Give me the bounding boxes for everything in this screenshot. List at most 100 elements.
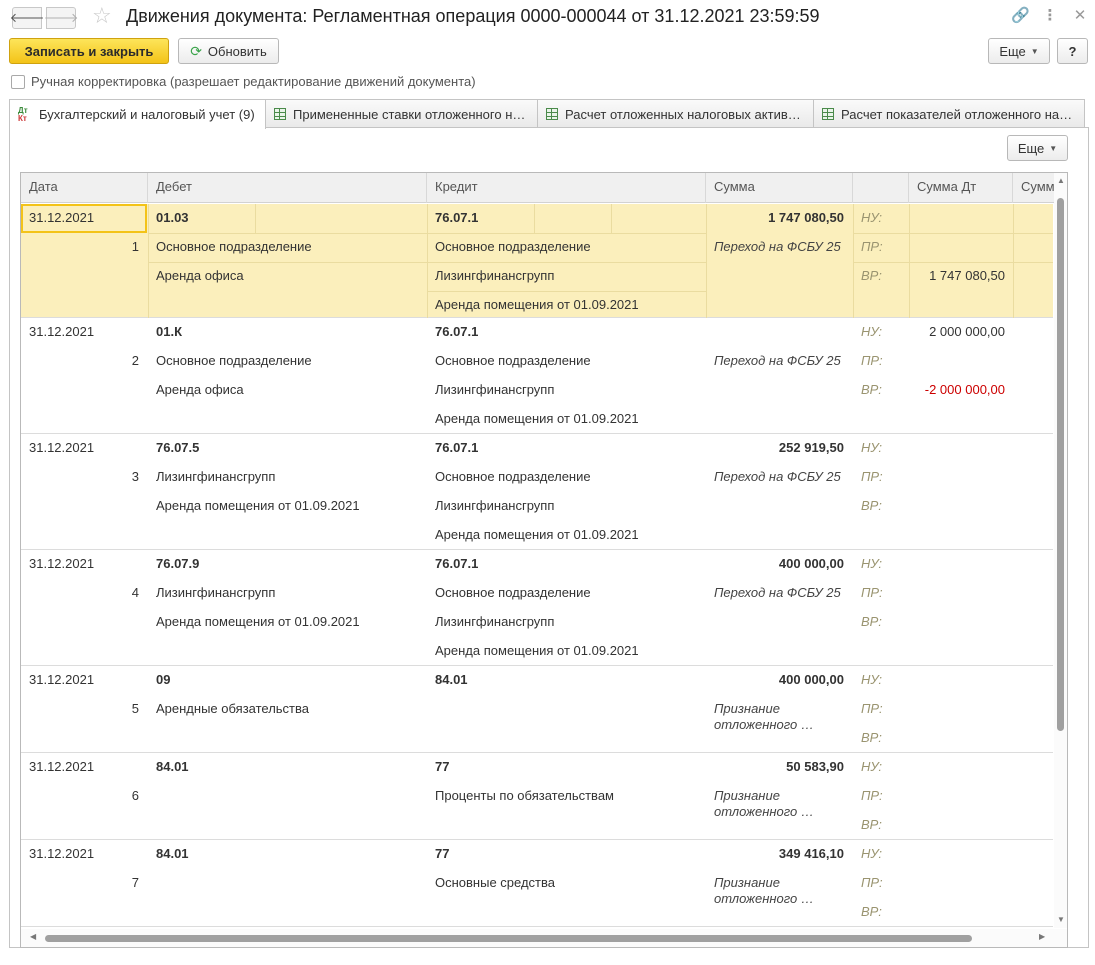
- table-row[interactable]: 31.12.2021 5 09 Арендные обязательства 84.01…: [21, 666, 1053, 753]
- accounting-type-label: ВР:: [861, 614, 882, 629]
- table-body: 31.12.2021 1 01.03 Основное подразделение Ар…: [21, 204, 1053, 927]
- debit-account: 84.01: [156, 759, 189, 774]
- accounting-type-label: ВР:: [861, 904, 882, 919]
- tab-applied-rates[interactable]: Примененные ставки отложенного н…: [265, 99, 538, 128]
- close-icon[interactable]: ✕: [1071, 6, 1089, 24]
- save-and-close-button[interactable]: Записать и закрыть: [9, 38, 169, 64]
- credit-account: 76.07.1: [435, 210, 479, 225]
- credit-subconto: Лизингфинансгрупп: [435, 382, 555, 397]
- credit-subconto: Основное подразделение: [435, 469, 591, 484]
- grid-line: [611, 204, 612, 233]
- debit-subconto: Аренда офиса: [156, 268, 244, 283]
- horizontal-scroll-thumb[interactable]: [45, 935, 972, 942]
- debit-account: 76.07.5: [156, 440, 200, 455]
- table-row[interactable]: 31.12.2021 3 76.07.5 Лизингфинансгрупп Аренд…: [21, 434, 1053, 550]
- scroll-right-icon[interactable]: ▶: [1039, 932, 1045, 941]
- entries-table[interactable]: Дата Дебет Кредит Сумма Сумма Дт Сумм 31…: [20, 172, 1068, 948]
- date-cell: 31.12.2021: [29, 846, 95, 861]
- debit-subconto: Основное подразделение: [156, 353, 312, 368]
- tab-label: Расчет отложенных налоговых актив…: [565, 106, 801, 122]
- title-bar: 🡐 🡒 ☆ Движения документа: Регламентная о…: [0, 0, 1095, 34]
- accounting-type-label: ПР:: [861, 788, 883, 803]
- row-number: 3: [131, 469, 139, 484]
- window-title: Движения документа: Регламентная операци…: [126, 6, 820, 26]
- col-sum[interactable]: Сумма: [706, 173, 853, 203]
- refresh-button[interactable]: ⟳ Обновить: [178, 38, 279, 64]
- accounting-type-label: ПР:: [861, 875, 883, 890]
- col-date[interactable]: Дата: [21, 173, 148, 203]
- scroll-up-icon[interactable]: ▲: [1055, 176, 1067, 185]
- grid-line: [427, 291, 706, 292]
- col-sum-kt[interactable]: Сумм: [1013, 173, 1054, 203]
- accounting-type-label: ВР:: [861, 382, 882, 397]
- help-label: ?: [1068, 43, 1077, 59]
- grid-line: [853, 204, 854, 318]
- credit-account: 77: [435, 846, 450, 861]
- accounting-type-label: НУ:: [861, 759, 883, 774]
- table-row[interactable]: 31.12.2021 2 01.К Основное подразделение Аре…: [21, 318, 1053, 434]
- credit-subconto: Аренда помещения от 01.09.2021: [435, 411, 639, 426]
- more-vert-icon[interactable]: ⋮: [1041, 6, 1059, 24]
- more-label: Еще: [1017, 140, 1045, 156]
- date-cell: 31.12.2021: [29, 556, 95, 571]
- row-number: 2: [131, 353, 139, 368]
- table-row[interactable]: 31.12.2021 6 84.01 77 Проценты по обязательс…: [21, 753, 1053, 840]
- table-more-button[interactable]: Еще ▼: [1007, 135, 1068, 161]
- content-cell: Признание отложенного …: [714, 701, 814, 732]
- favorite-star-icon[interactable]: ☆: [92, 4, 112, 28]
- accounting-type-label: НУ:: [861, 210, 883, 225]
- table-icon: [822, 108, 834, 120]
- tab-label: Расчет показателей отложенного на…: [841, 106, 1073, 122]
- debit-subconto: Арендные обязательства: [156, 701, 310, 716]
- content-cell: Признание отложенного …: [714, 875, 814, 906]
- content-cell: Переход на ФСБУ 25: [714, 239, 841, 254]
- forward-button[interactable]: 🡒: [44, 7, 78, 29]
- debit-account: 84.01: [156, 846, 189, 861]
- caret-down-icon: ▼: [1030, 46, 1039, 56]
- credit-subconto: Основное подразделение: [435, 239, 591, 254]
- col-sum-dt[interactable]: Сумма Дт: [909, 173, 1013, 203]
- row-number: 4: [131, 585, 139, 600]
- help-button[interactable]: ?: [1057, 38, 1088, 64]
- tab-deferred-assets[interactable]: Расчет отложенных налоговых актив…: [537, 99, 814, 128]
- debit-subconto: Лизингфинансгрупп: [156, 585, 276, 600]
- scroll-left-icon[interactable]: ◀: [30, 932, 36, 941]
- date-cell: 31.12.2021: [29, 672, 95, 687]
- dt-kt-icon: Дт Кт: [18, 105, 28, 123]
- scroll-down-icon[interactable]: ▼: [1055, 915, 1067, 924]
- back-button[interactable]: 🡐: [9, 7, 45, 29]
- tab-label: Бухгалтерский и налоговый учет (9): [39, 107, 255, 122]
- credit-account: 76.07.1: [435, 324, 479, 339]
- debit-account: 09: [156, 672, 171, 687]
- col-debit[interactable]: Дебет: [148, 173, 427, 203]
- selected-cell-frame: [21, 204, 147, 233]
- tab-deferred-indicators[interactable]: Расчет показателей отложенного на…: [813, 99, 1085, 128]
- debit-account: 76.07.9: [156, 556, 200, 571]
- more-menu-button[interactable]: Еще ▼: [988, 38, 1050, 64]
- arrow-left-icon: 🡐: [9, 10, 45, 25]
- credit-account: 77: [435, 759, 450, 774]
- credit-account: 84.01: [435, 672, 468, 687]
- accounting-type-label: ВР:: [861, 268, 882, 283]
- manual-correction-row[interactable]: Ручная корректировка (разрешает редактир…: [11, 74, 476, 89]
- accounting-type-label: НУ:: [861, 672, 883, 687]
- table-row[interactable]: 31.12.2021 1 01.03 Основное подразделение Ар…: [21, 204, 1053, 318]
- credit-subconto: Основное подразделение: [435, 353, 591, 368]
- accounting-type-label: ПР:: [861, 585, 883, 600]
- link-icon[interactable]: 🔗: [1011, 6, 1030, 24]
- grid-line: [255, 204, 256, 233]
- vertical-scroll-thumb[interactable]: [1057, 198, 1064, 731]
- manual-correction-checkbox[interactable]: [11, 74, 25, 89]
- table-row[interactable]: 31.12.2021 4 76.07.9 Лизингфинансгрупп Аренд…: [21, 550, 1053, 666]
- credit-subconto: Аренда помещения от 01.09.2021: [435, 297, 639, 312]
- tab-accounting[interactable]: Дт Кт Бухгалтерский и налоговый учет (9): [9, 99, 266, 129]
- refresh-label: Обновить: [207, 43, 267, 59]
- debit-account: 01.03: [156, 210, 189, 225]
- table-row[interactable]: 31.12.2021 7 84.01 77 Основные средства 349 4…: [21, 840, 1053, 927]
- credit-subconto: Лизингфинансгрупп: [435, 614, 555, 629]
- content-cell: Переход на ФСБУ 25: [714, 353, 841, 368]
- accounting-type-label: НУ:: [861, 846, 883, 861]
- accounting-type-label: НУ:: [861, 324, 883, 339]
- col-credit[interactable]: Кредит: [427, 173, 706, 203]
- tab-bar: Дт Кт Бухгалтерский и налоговый учет (9) …: [9, 99, 1089, 129]
